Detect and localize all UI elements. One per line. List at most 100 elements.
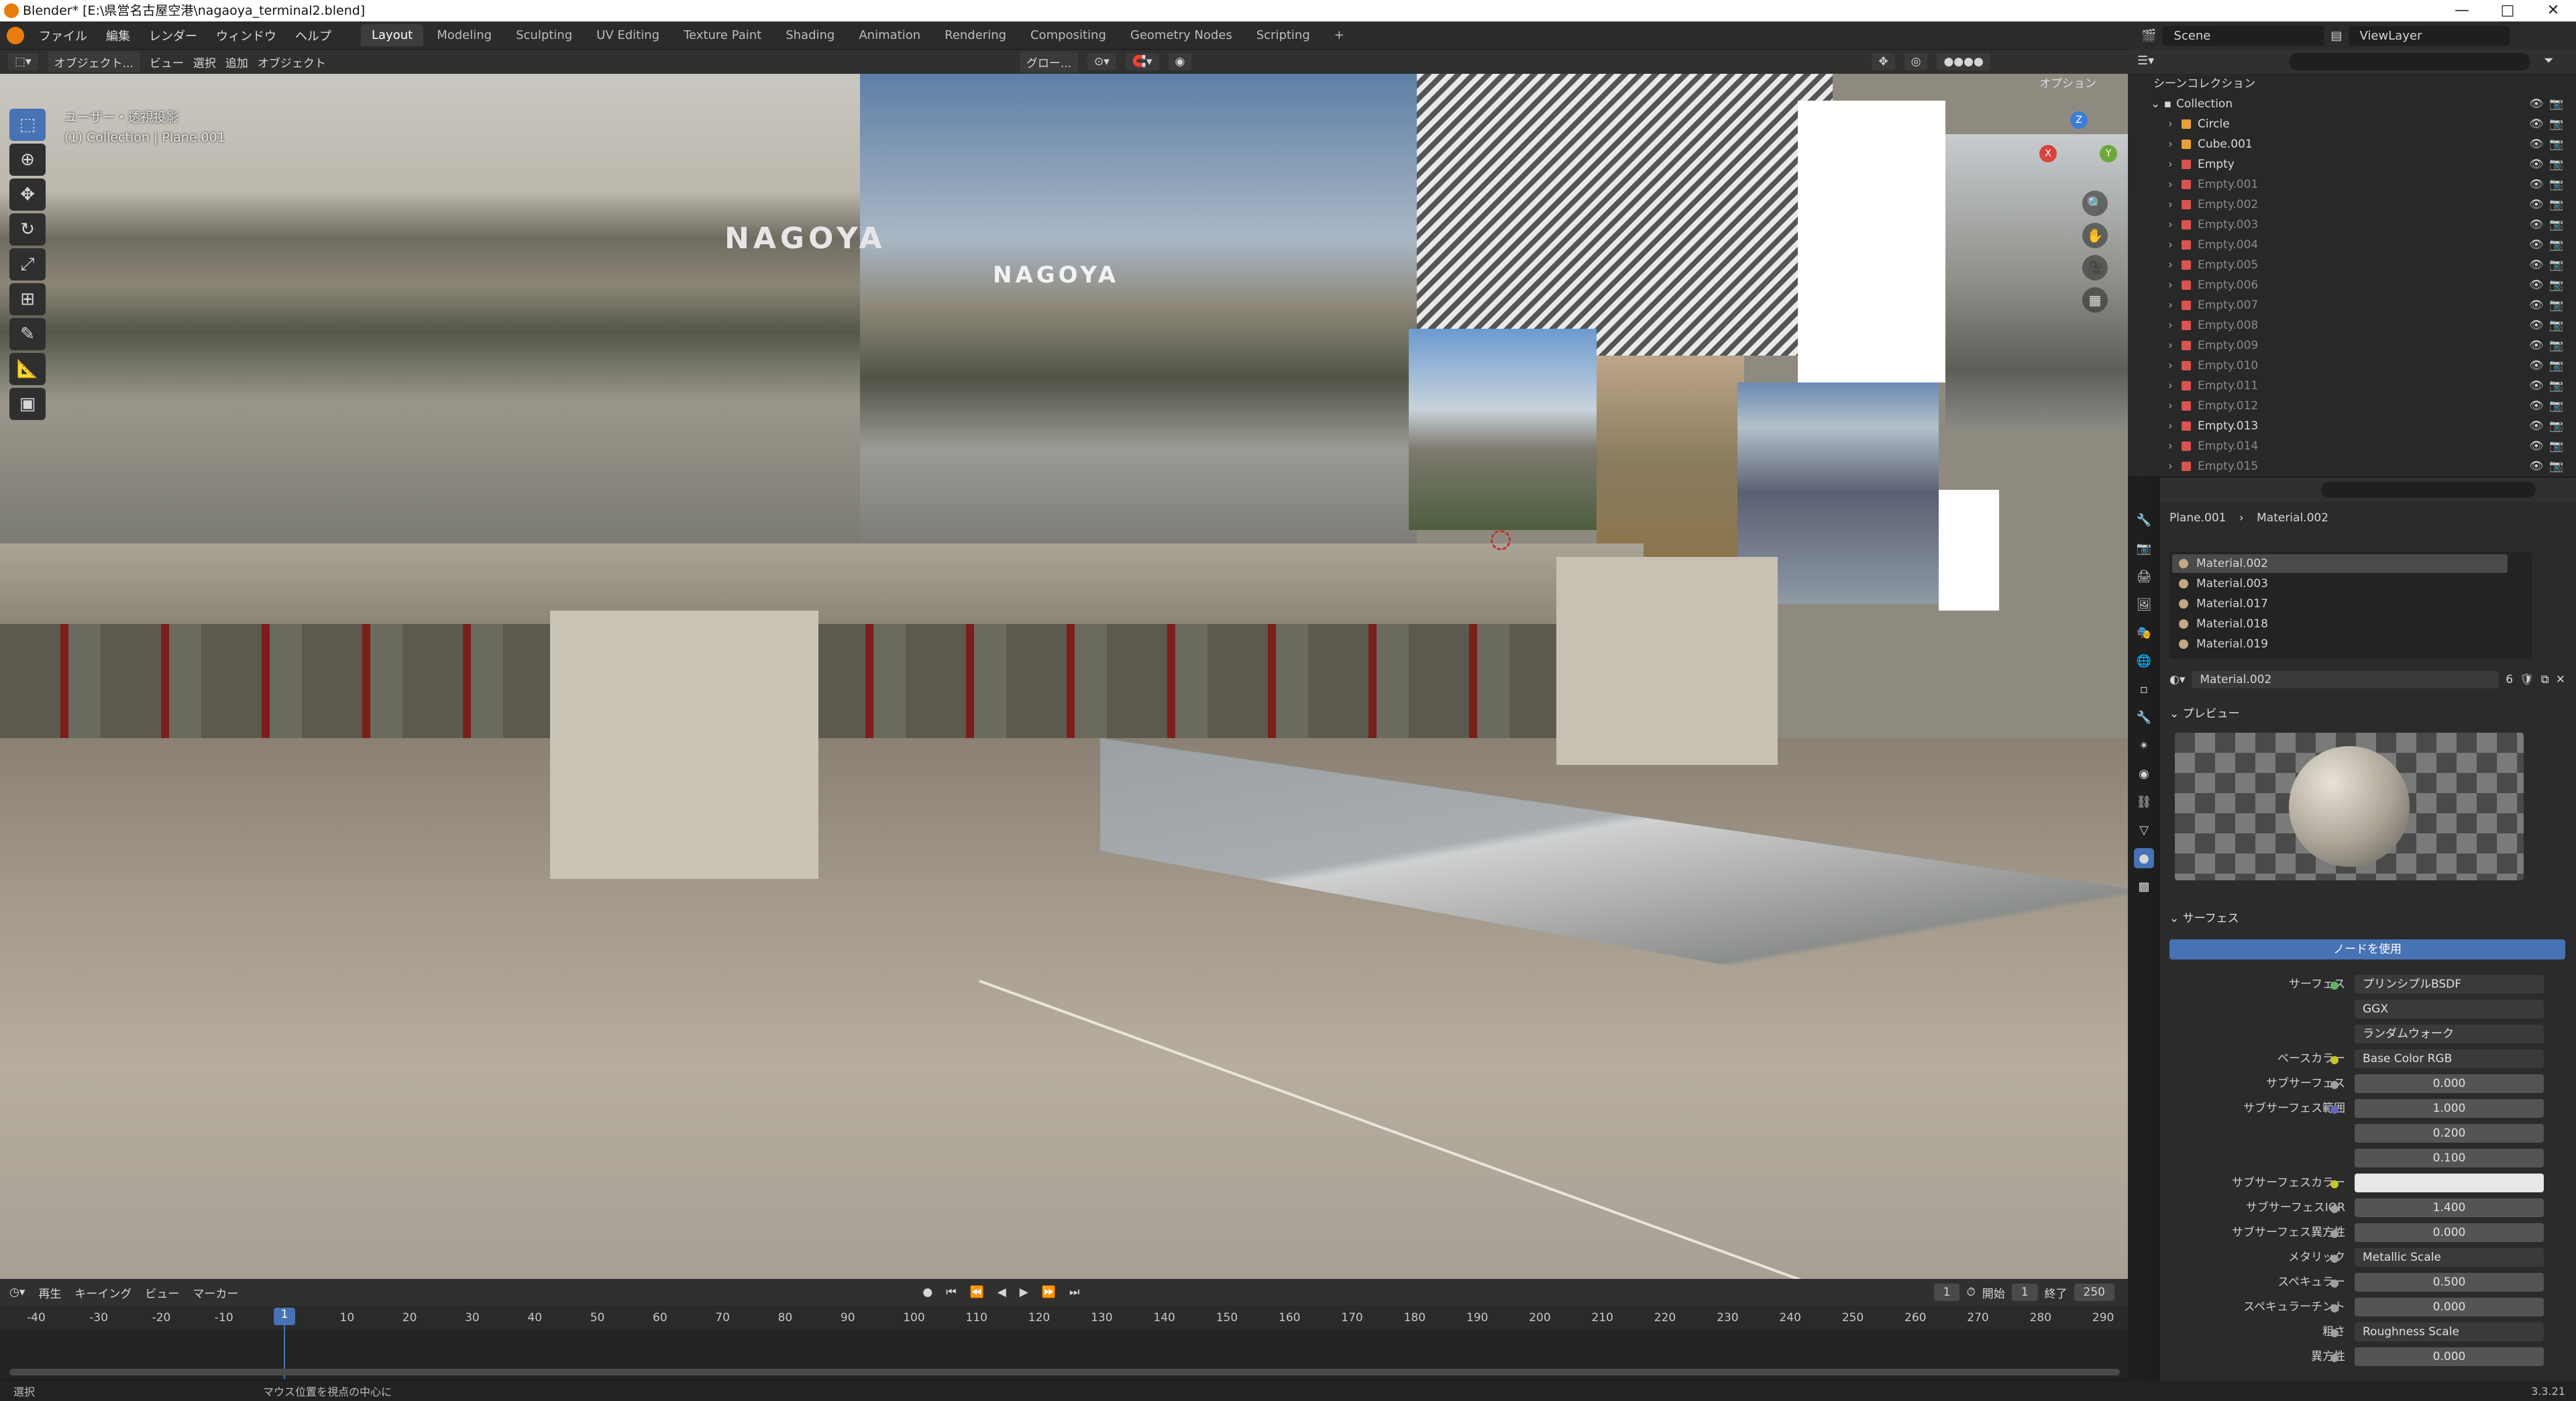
render-camera-icon[interactable]: 📷 (2549, 416, 2563, 436)
snap-icon[interactable]: 🧲▾ (1125, 53, 1159, 70)
material-tab-icon[interactable]: ● (2134, 848, 2154, 868)
3d-cursor-icon[interactable] (1491, 530, 1511, 550)
editor-type-button[interactable]: ⬚▾ (8, 53, 38, 70)
render-tab-icon[interactable]: 📷 (2134, 538, 2154, 558)
jump-start-icon[interactable]: ⏮ (946, 1286, 956, 1299)
tab-rendering[interactable]: Rendering (934, 24, 1017, 46)
outliner-search-input[interactable] (2289, 53, 2530, 70)
transform-tool-icon[interactable]: ⊞ (9, 283, 46, 315)
material-name-field[interactable]: Material.002 (2192, 671, 2500, 688)
maximize-button[interactable]: □ (2485, 0, 2530, 21)
visibility-eye-icon[interactable]: 👁 (2529, 356, 2544, 376)
property-value-field[interactable]: 0.100 (2355, 1149, 2544, 1168)
render-camera-icon[interactable]: 📷 (2549, 335, 2563, 356)
socket-dot-icon[interactable] (2330, 1304, 2339, 1312)
visibility-eye-icon[interactable]: 👁 (2529, 255, 2544, 275)
outliner-scene-collection[interactable]: シーンコレクション (2128, 74, 2576, 94)
expand-icon[interactable]: › (2168, 195, 2173, 215)
outliner-row[interactable]: › Empty.008 👁 📷 (2128, 315, 2576, 335)
move-tool-icon[interactable]: ✥ (9, 178, 46, 211)
socket-dot-icon[interactable] (2330, 1280, 2339, 1288)
property-value-field[interactable]: 0.000 (2355, 1074, 2544, 1093)
render-camera-icon[interactable]: 📷 (2549, 295, 2563, 315)
menu-marker[interactable]: マーカー (193, 1284, 238, 1301)
property-value-field[interactable]: 1.000 (2355, 1099, 2544, 1118)
scale-tool-icon[interactable]: ⤢ (9, 248, 46, 280)
play-reverse-icon[interactable]: ◀ (998, 1286, 1006, 1299)
physics-tab-icon[interactable]: ◉ (2134, 764, 2154, 784)
object-tab-icon[interactable]: ▫ (2134, 679, 2154, 699)
expand-icon[interactable]: › (2168, 295, 2173, 315)
render-camera-icon[interactable]: 📷 (2549, 456, 2563, 476)
render-camera-icon[interactable]: 📷 (2549, 215, 2563, 235)
expand-icon[interactable]: › (2168, 154, 2173, 174)
visibility-eye-icon[interactable]: 👁 (2529, 114, 2544, 134)
expand-icon[interactable]: › (2168, 396, 2173, 416)
property-value-field[interactable]: 0.200 (2355, 1124, 2544, 1143)
socket-dot-icon[interactable] (2330, 1354, 2339, 1362)
render-camera-icon[interactable]: 📷 (2549, 134, 2563, 154)
zoom-icon[interactable]: 🔍 (2082, 191, 2108, 216)
scene-tab-icon[interactable]: 🎭 (2134, 623, 2154, 643)
visibility-eye-icon[interactable]: 👁 (2529, 396, 2544, 416)
visibility-eye-icon[interactable]: 👁 (2529, 235, 2544, 255)
tab-compositing[interactable]: Compositing (1020, 24, 1117, 46)
render-camera-icon[interactable]: 📷 (2549, 195, 2563, 215)
shading-mode-icon[interactable]: ●●●● (1937, 53, 1990, 70)
blender-menu-icon[interactable] (7, 26, 24, 44)
current-frame-field[interactable]: 1 (1933, 1284, 1960, 1301)
proportional-edit-icon[interactable]: ◉ (1168, 53, 1192, 70)
outliner-row[interactable]: › Cube.001 👁 📷 (2128, 134, 2576, 154)
camera-view-icon[interactable]: 🎥 (2082, 255, 2108, 280)
gizmo-x-axis[interactable]: X (2039, 145, 2057, 162)
property-value-field[interactable]: GGX (2355, 1000, 2544, 1019)
ortho-grid-icon[interactable]: ▦ (2082, 287, 2108, 313)
properties-search-input[interactable] (2321, 482, 2536, 498)
texture-tab-icon[interactable]: ▩ (2134, 876, 2154, 896)
socket-dot-icon[interactable] (2330, 1081, 2339, 1089)
property-value-field[interactable]: プリンシプルBSDF (2355, 975, 2544, 994)
end-frame-field[interactable]: 250 (2074, 1284, 2114, 1301)
user-count[interactable]: 6 (2506, 673, 2513, 686)
timeline-editor-icon[interactable]: ◷▾ (9, 1286, 25, 1299)
material-slot-item[interactable]: Material.002 (2172, 554, 2508, 573)
tab-scripting[interactable]: Scripting (1246, 24, 1321, 46)
menu-window[interactable]: ウィンドウ (207, 27, 286, 44)
material-slot-item[interactable]: Material.003 (2172, 574, 2508, 593)
outliner-row[interactable]: › Empty.015 👁 📷 (2128, 456, 2576, 476)
transform-orientation-dropdown[interactable]: グロー... (1019, 51, 1079, 72)
property-value-field[interactable] (2355, 1174, 2544, 1192)
prev-key-icon[interactable]: ⏪ (970, 1286, 984, 1299)
jump-end-icon[interactable]: ⏭ (1069, 1286, 1079, 1299)
menu-help[interactable]: ヘルプ (286, 27, 341, 44)
property-value-field[interactable]: 1.400 (2355, 1198, 2544, 1217)
data-tab-icon[interactable]: ▽ (2134, 820, 2154, 840)
output-tab-icon[interactable]: 🖨 (2134, 566, 2154, 586)
outliner-row[interactable]: › Empty.012 👁 📷 (2128, 396, 2576, 416)
outliner-row[interactable]: › Circle 👁 📷 (2128, 114, 2576, 134)
menu-playback[interactable]: 再生 (38, 1284, 61, 1301)
expand-icon[interactable]: › (2168, 416, 2173, 436)
record-icon[interactable]: ● (922, 1286, 932, 1299)
tab-layout[interactable]: Layout (361, 24, 424, 46)
render-camera-icon[interactable]: 📷 (2549, 396, 2563, 416)
render-camera-icon[interactable]: 📷 (2549, 114, 2563, 134)
material-slot-item[interactable]: Material.017 (2172, 594, 2508, 613)
gizmo-z-axis[interactable]: Z (2070, 111, 2088, 129)
view-layer-field[interactable]: ViewLayer (2349, 25, 2510, 46)
gizmo-y-axis[interactable]: Y (2100, 145, 2117, 162)
socket-dot-icon[interactable] (2330, 1056, 2339, 1064)
outliner-row[interactable]: › Empty.009 👁 📷 (2128, 335, 2576, 356)
particles-tab-icon[interactable]: ✴ (2134, 735, 2154, 756)
add-workspace-button[interactable]: + (1324, 24, 1355, 46)
visibility-eye-icon[interactable]: 👁 (2529, 215, 2544, 235)
socket-dot-icon[interactable] (2330, 1180, 2339, 1188)
outliner-row[interactable]: › Empty 👁 📷 (2128, 154, 2576, 174)
select-tool-icon[interactable]: ⬚ (9, 109, 46, 141)
visibility-eye-icon[interactable]: 👁 (2529, 335, 2544, 356)
render-camera-icon[interactable]: 📷 (2549, 255, 2563, 275)
menu-edit[interactable]: 編集 (97, 27, 140, 44)
outliner-row[interactable]: › Empty.001 👁 📷 (2128, 174, 2576, 195)
cursor-tool-icon[interactable]: ⊕ (9, 144, 46, 176)
outliner-row[interactable]: › Empty.006 👁 📷 (2128, 275, 2576, 295)
